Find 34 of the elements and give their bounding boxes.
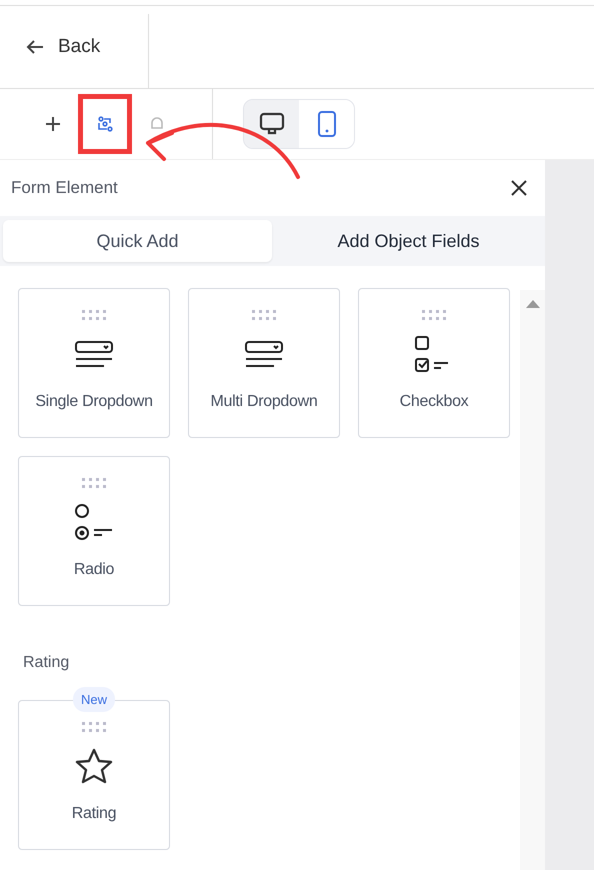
element-card[interactable]: Radio	[18, 456, 170, 606]
card-label: Checkbox	[400, 393, 468, 411]
back-button[interactable]: Back	[0, 6, 148, 88]
tab[interactable]: Add Object Fields	[272, 220, 545, 262]
card-label: Rating	[72, 805, 116, 823]
close-icon	[511, 180, 527, 196]
element-card[interactable]: Single Dropdown	[18, 288, 170, 438]
panel-title: Form Element	[11, 178, 118, 198]
drag-handle-icon	[421, 309, 447, 321]
element-card[interactable]: Checkbox	[358, 288, 510, 438]
form-element-button[interactable]	[78, 94, 132, 154]
radio-list-icon	[74, 503, 114, 543]
back-arrow-icon	[26, 40, 44, 54]
card-label: Radio	[74, 561, 114, 579]
desktop-view-button[interactable]	[244, 100, 299, 148]
drag-handle-icon	[81, 309, 107, 321]
phone-icon	[316, 110, 336, 138]
bell-icon	[149, 116, 165, 132]
monitor-icon	[258, 112, 284, 136]
close-button[interactable]	[509, 178, 529, 198]
tab[interactable]: Quick Add	[3, 220, 272, 262]
new-badge: New	[73, 687, 115, 712]
element-card[interactable]: Multi Dropdown	[188, 288, 340, 438]
section-heading: Rating	[23, 654, 70, 672]
dropdown-field-icon	[244, 340, 284, 370]
drag-handle-icon	[81, 721, 107, 733]
card-label: Multi Dropdown	[210, 393, 318, 411]
drag-handle-icon	[251, 309, 277, 321]
scroll-up-icon[interactable]	[526, 300, 540, 308]
drag-handle-icon	[81, 477, 107, 489]
card-label: Single Dropdown	[35, 393, 153, 411]
dropdown-field-icon	[74, 340, 114, 370]
form-nodes-icon	[97, 116, 113, 132]
plus-icon	[45, 116, 61, 132]
